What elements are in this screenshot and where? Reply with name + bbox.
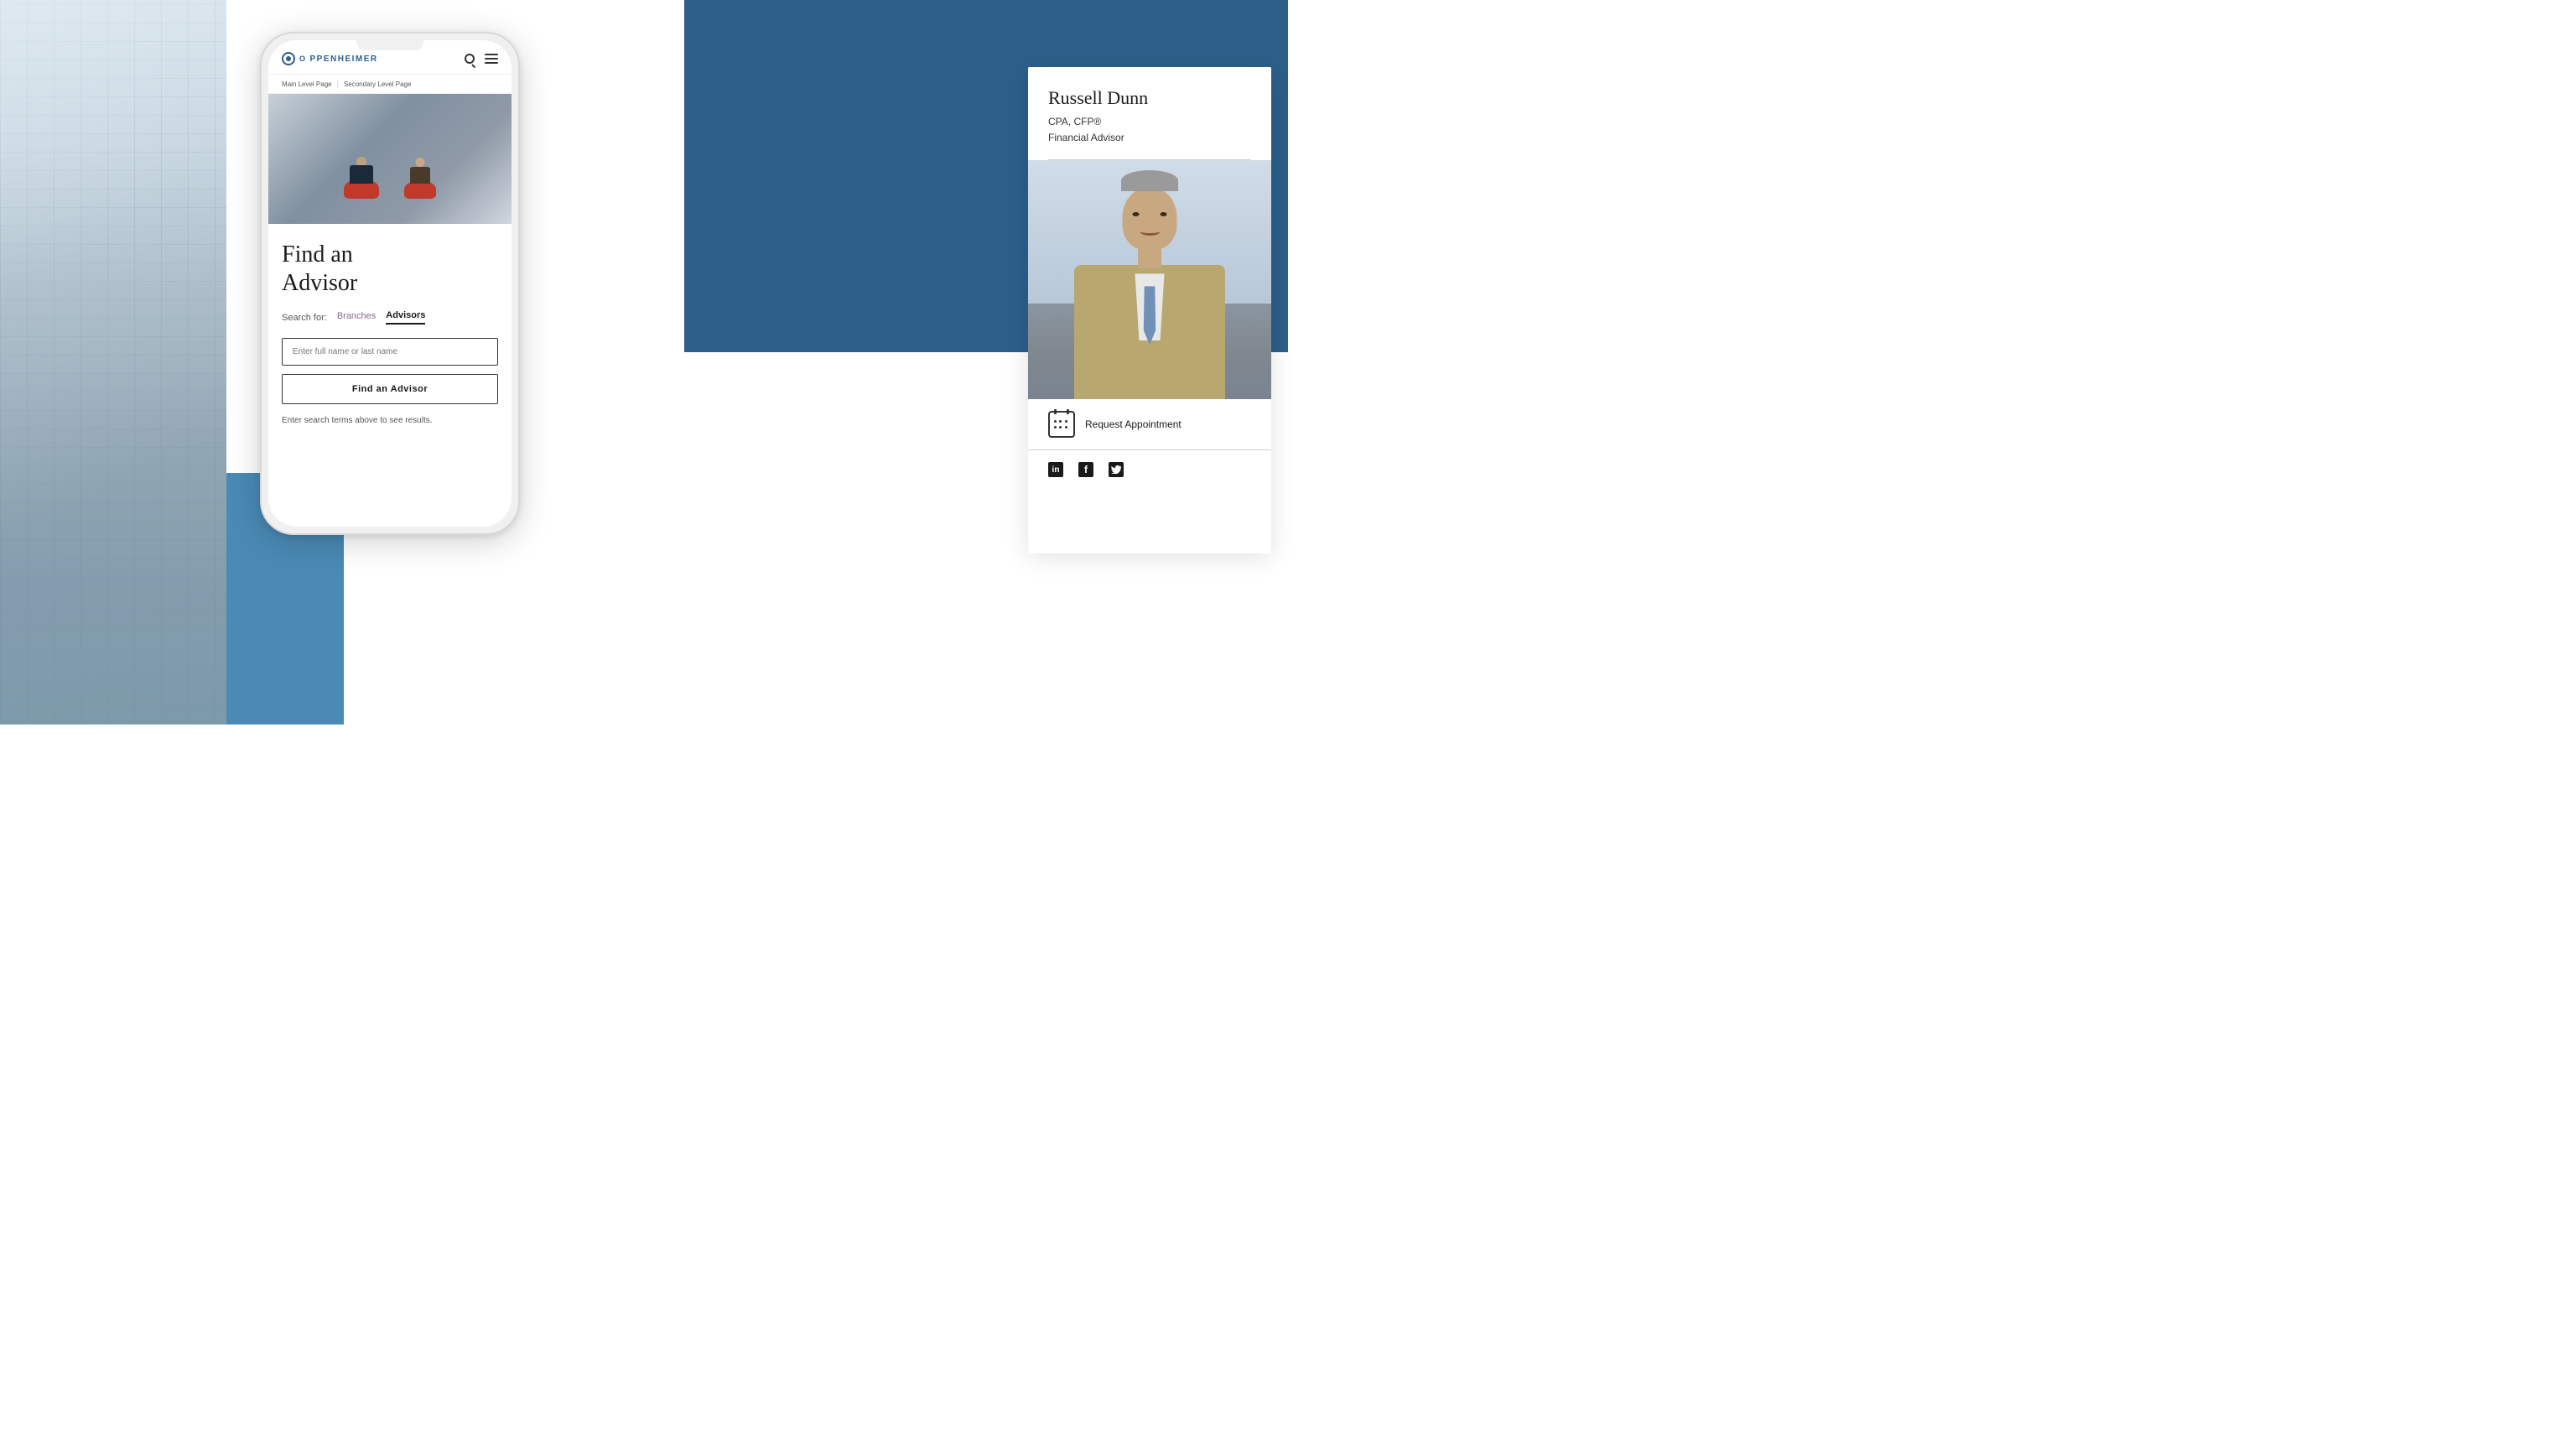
advisor-credentials-line1: CPA, CFP® [1048, 116, 1101, 127]
cal-dot-5 [1059, 426, 1062, 428]
person-right [404, 180, 436, 199]
advisor-hair [1121, 170, 1178, 191]
find-advisor-button[interactable]: Find an Advisor [282, 374, 498, 404]
hero-meeting-image [268, 94, 512, 224]
cal-dot-2 [1059, 420, 1062, 423]
title-line2: Advisor [282, 270, 357, 296]
phone-content: Find an Advisor Search for: Branches Adv… [268, 94, 512, 527]
find-advisor-section: Find an Advisor Search for: Branches Adv… [268, 224, 512, 434]
person-head-right [416, 158, 425, 167]
phone-breadcrumb: Main Level Page | Secondary Level Page [268, 75, 512, 94]
advisor-eye-left [1133, 212, 1140, 216]
building-photo [0, 0, 226, 724]
building-angle-overlay [0, 0, 226, 724]
advisor-photo [1028, 160, 1271, 399]
cal-dot-6 [1065, 426, 1067, 428]
advisor-suit [1074, 265, 1225, 399]
advisor-neck [1138, 247, 1161, 268]
hamburger-line-1 [485, 54, 498, 55]
social-links-row: f [1028, 450, 1271, 489]
hamburger-line-2 [485, 58, 498, 60]
advisor-card-header: Russell Dunn CPA, CFP® Financial Advisor [1028, 67, 1271, 159]
person-body-right [410, 167, 430, 184]
search-for-row: Search for: Branches Advisors [282, 310, 498, 325]
advisor-card: Russell Dunn CPA, CFP® Financial Advisor [1028, 67, 1271, 553]
person-body-left [350, 165, 373, 184]
advisor-photo-person-container [1028, 160, 1271, 399]
cal-dot-4 [1054, 426, 1057, 428]
advisor-head [1123, 187, 1177, 250]
advisor-credentials-line2: Financial Advisor [1048, 132, 1124, 143]
calendar-grid [1054, 420, 1069, 432]
advisor-search-input[interactable] [282, 338, 498, 366]
twitter-icon[interactable] [1109, 462, 1124, 477]
search-icon[interactable] [465, 54, 475, 64]
advisor-eye-right [1161, 212, 1167, 216]
logo-circle-icon [282, 52, 295, 65]
breadcrumb-secondary[interactable]: Secondary Level Page [344, 80, 412, 88]
hamburger-menu-icon[interactable] [485, 54, 498, 64]
phone-notch [356, 40, 423, 50]
title-line1: Find an [282, 242, 353, 267]
phone-screen: O PPENHEIMER Main Level Page | Secondary… [268, 40, 512, 527]
find-advisor-title: Find an Advisor [282, 241, 498, 297]
cal-dot-1 [1054, 420, 1057, 423]
advisor-smile [1140, 227, 1160, 236]
breadcrumb-main[interactable]: Main Level Page [282, 80, 332, 88]
tab-advisors[interactable]: Advisors [386, 310, 425, 325]
appointment-label[interactable]: Request Appointment [1085, 418, 1182, 430]
logo-prefix: O [299, 55, 306, 63]
twitter-bird-icon [1111, 465, 1121, 474]
hamburger-line-3 [485, 62, 498, 64]
oppenheimer-logo: O PPENHEIMER [282, 52, 378, 65]
calendar-icon [1048, 411, 1075, 438]
search-for-label: Search for: [282, 313, 327, 323]
meeting-scene [344, 179, 436, 199]
breadcrumb-separator: | [337, 80, 339, 88]
advisor-credentials: CPA, CFP® Financial Advisor [1048, 114, 1251, 146]
advisor-name: Russell Dunn [1048, 87, 1251, 109]
phone-mockup: O PPENHEIMER Main Level Page | Secondary… [260, 32, 520, 535]
appointment-row[interactable]: Request Appointment [1028, 399, 1271, 450]
tab-branches[interactable]: Branches [337, 311, 376, 324]
logo-text: PPENHEIMER [310, 55, 378, 64]
search-input-container [282, 338, 498, 366]
linkedin-icon[interactable] [1048, 462, 1063, 477]
person-left [344, 179, 379, 199]
facebook-icon[interactable]: f [1078, 462, 1093, 477]
meeting-bg [268, 94, 512, 224]
search-hint-text: Enter search terms above to see results. [282, 416, 498, 425]
phone-nav-icons [465, 54, 498, 64]
cal-dot-3 [1065, 420, 1067, 423]
